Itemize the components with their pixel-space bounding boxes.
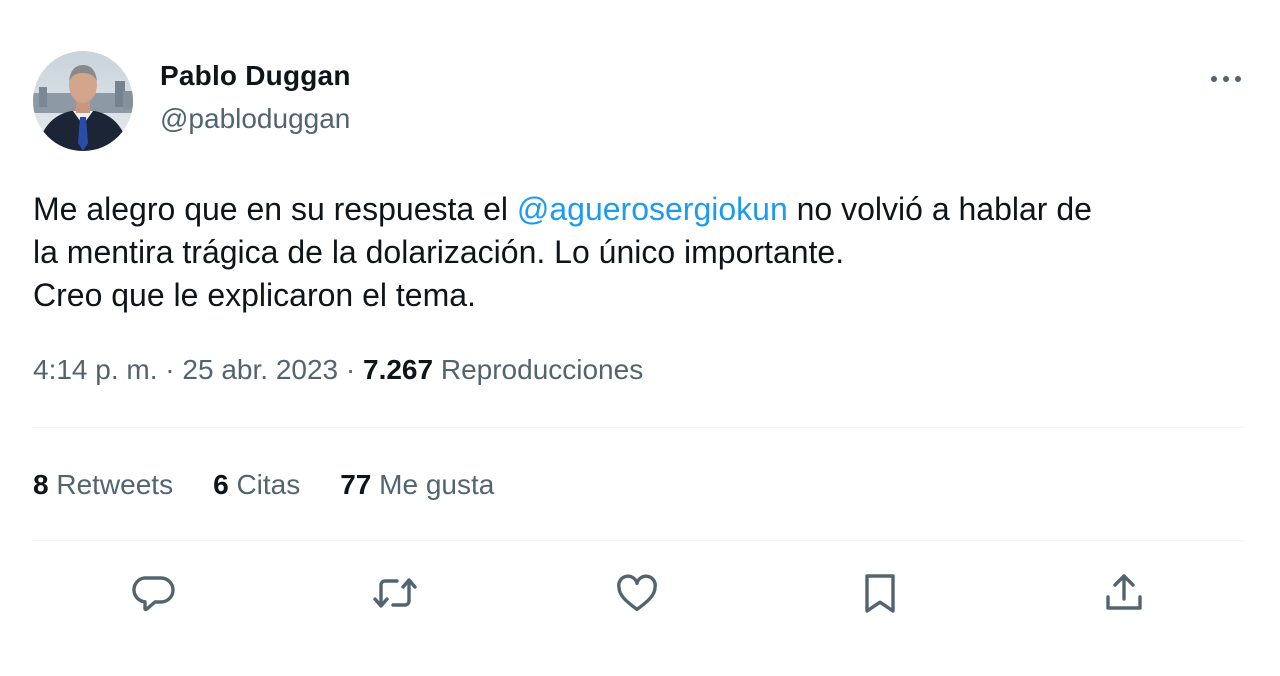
share-button[interactable] [1100,569,1148,617]
divider [33,427,1245,428]
quotes-label: Citas [236,469,301,500]
retweets-count: 8 [33,469,49,500]
like-button[interactable] [613,569,661,617]
tweet-text-after-mention: no volvió a hablar de [787,191,1092,227]
tweet-time[interactable]: 4:14 p. m. [33,354,158,385]
tweet-text-before-mention: Me alegro que en su respuesta el [33,191,517,227]
avatar[interactable] [33,51,133,151]
tweet-text: Me alegro que en su respuesta el @aguero… [33,188,1253,317]
retweets-label: Retweets [56,469,174,500]
bookmark-icon [865,574,895,613]
author-handle[interactable]: @pabloduggan [160,103,350,135]
tweet-meta: 4:14 p. m. · 25 abr. 2023 · 7.267 Reprod… [33,354,643,386]
views-count: 7.267 [363,354,434,385]
share-icon [1106,574,1142,610]
views-label: Reproducciones [440,354,644,385]
tweet-card: Pablo Duggan @pabloduggan Me alegro que … [0,0,1280,676]
bookmark-button[interactable] [856,569,904,617]
tweet-line-1: Me alegro que en su respuesta el @aguero… [33,188,1253,231]
reply-icon [132,576,175,612]
quotes-stat[interactable]: 6 Citas [213,469,300,501]
tweet-line-3: Creo que le explicaron el tema. [33,277,476,313]
tweet-date[interactable]: 25 abr. 2023 [182,354,338,385]
divider [33,540,1245,541]
retweets-stat[interactable]: 8 Retweets [33,469,173,501]
reply-button[interactable] [129,569,177,617]
retweet-button[interactable] [371,569,419,617]
likes-count: 77 [340,469,372,500]
engagement-stats: 8 Retweets 6 Citas 77 Me gusta [33,469,534,501]
tweet-line-2: la mentira trágica de la dolarización. L… [33,234,845,270]
author-name[interactable]: Pablo Duggan [160,60,351,92]
mention-link[interactable]: @aguerosergiokun [517,191,788,227]
meta-separator: · [345,354,356,385]
heart-icon [617,574,657,612]
retweet-icon [373,578,417,608]
likes-label: Me gusta [379,469,495,500]
quotes-count: 6 [213,469,229,500]
likes-stat[interactable]: 77 Me gusta [340,469,494,501]
more-dots-icon[interactable] [1204,64,1248,94]
meta-separator: · [165,354,175,385]
